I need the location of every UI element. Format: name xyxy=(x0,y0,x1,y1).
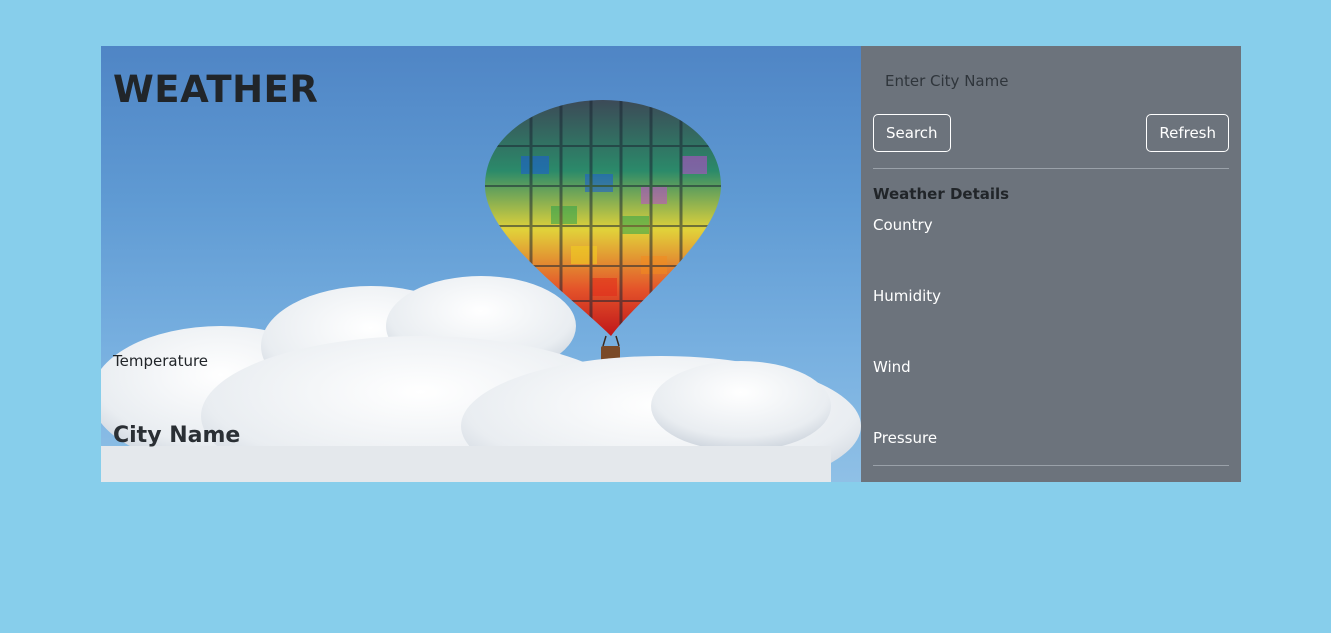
weather-details-panel: Search Refresh Weather Details Country H… xyxy=(861,46,1241,482)
humidity-label: Humidity xyxy=(873,287,942,305)
refresh-button[interactable]: Refresh xyxy=(1146,114,1229,152)
weather-app: WEATHER Temperature City Name Search Ref… xyxy=(101,46,1241,482)
country-label: Country xyxy=(873,216,933,234)
pressure-label: Pressure xyxy=(873,429,938,447)
balloon-sky-image xyxy=(101,100,861,482)
hero-image-section: WEATHER Temperature City Name xyxy=(101,46,861,482)
divider xyxy=(873,465,1229,466)
search-button[interactable]: Search xyxy=(873,114,951,152)
temperature-label: Temperature xyxy=(113,352,209,370)
weather-details-title: Weather Details xyxy=(873,185,1010,203)
clouds xyxy=(101,276,861,482)
divider xyxy=(873,168,1229,169)
wind-label: Wind xyxy=(873,358,911,376)
city-search-input[interactable] xyxy=(873,64,1229,98)
app-title: WEATHER xyxy=(113,68,319,111)
city-name: City Name xyxy=(113,423,241,448)
